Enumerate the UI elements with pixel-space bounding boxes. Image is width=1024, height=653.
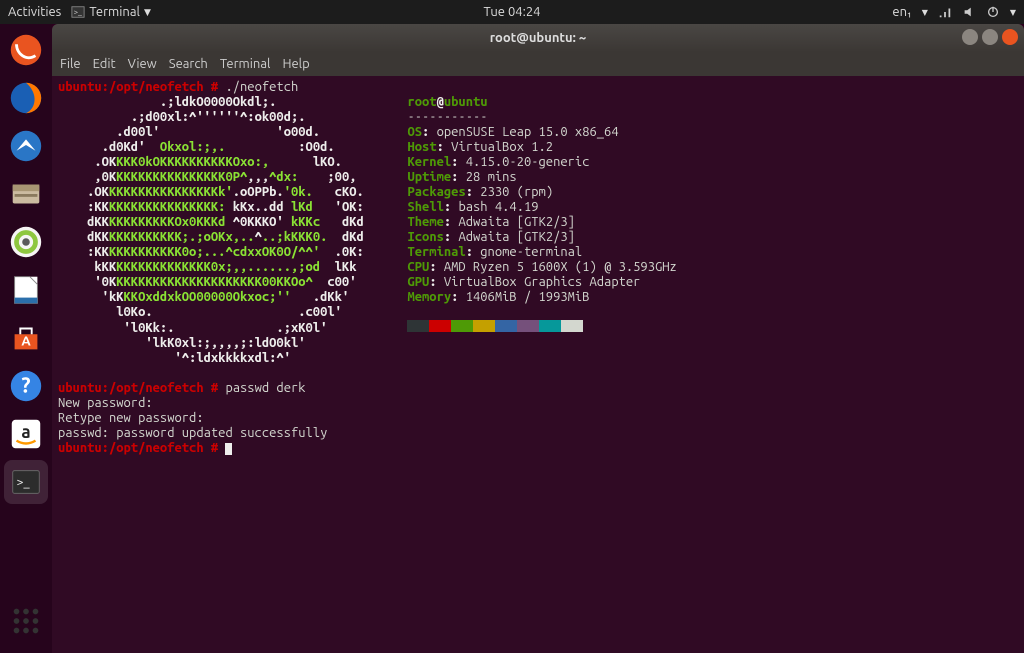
top-panel: Activities >_ Terminal ▼ Tue 04:24 en₁ ▼… — [0, 0, 1024, 24]
menu-file[interactable]: File — [60, 57, 81, 71]
rhythmbox-launcher[interactable] — [4, 220, 48, 264]
terminal-icon: >_ — [71, 5, 85, 19]
cursor — [225, 443, 232, 455]
software-center-launcher[interactable]: A — [4, 316, 48, 360]
menu-edit[interactable]: Edit — [93, 57, 116, 71]
window-title: root@ubuntu: ~ — [490, 31, 587, 45]
files-app-launcher[interactable] — [4, 28, 48, 72]
power-icon[interactable] — [986, 5, 1000, 19]
help-icon: ? — [7, 367, 45, 405]
software-center-icon: A — [7, 319, 45, 357]
svg-text:>_: >_ — [17, 475, 31, 489]
svg-text:>_: >_ — [74, 9, 82, 17]
window-close-button[interactable] — [1002, 29, 1018, 45]
terminal-launcher[interactable]: >_ — [4, 460, 48, 504]
menubar: File Edit View Search Terminal Help — [52, 52, 1024, 76]
rhythmbox-icon — [7, 223, 45, 261]
terminal-icon: >_ — [7, 463, 45, 501]
firefox-launcher[interactable] — [4, 76, 48, 120]
libreoffice-writer-launcher[interactable] — [4, 268, 48, 312]
terminal-output[interactable]: ubuntu:/opt/neofetch # ./neofetch .;ldkO… — [52, 76, 1024, 653]
clock: Tue 04:24 — [484, 5, 541, 19]
amazon-launcher[interactable]: a — [4, 412, 48, 456]
firefox-icon — [7, 79, 45, 117]
chevron-down-icon: ▼ — [144, 7, 151, 18]
keyboard-layout-indicator[interactable]: en₁ — [892, 5, 911, 19]
apps-grid-icon — [7, 602, 45, 640]
thunderbird-launcher[interactable] — [4, 124, 48, 168]
libreoffice-writer-icon — [7, 271, 45, 309]
activities-button[interactable]: Activities — [8, 5, 61, 19]
nautilus-launcher[interactable] — [4, 172, 48, 216]
terminal-window: root@ubuntu: ~ File Edit View Search Termina… — [52, 24, 1024, 653]
volume-icon[interactable] — [962, 5, 976, 19]
chevron-down-icon: ▼ — [1010, 8, 1016, 17]
network-icon[interactable] — [938, 5, 952, 19]
menu-view[interactable]: View — [128, 57, 157, 71]
menu-search[interactable]: Search — [169, 57, 208, 71]
menu-terminal[interactable]: Terminal — [220, 57, 271, 71]
window-maximize-button[interactable] — [982, 29, 998, 45]
nautilus-icon — [7, 175, 45, 213]
files-app-icon — [7, 31, 45, 69]
window-minimize-button[interactable] — [962, 29, 978, 45]
menu-help[interactable]: Help — [282, 57, 309, 71]
svg-text:a: a — [21, 423, 30, 442]
show-applications-button[interactable] — [4, 599, 48, 643]
window-titlebar[interactable]: root@ubuntu: ~ — [52, 24, 1024, 52]
launcher-dock: A? a >_ — [0, 24, 52, 653]
chevron-down-icon: ▼ — [922, 8, 928, 17]
svg-text:A: A — [21, 334, 31, 349]
app-menu[interactable]: >_ Terminal ▼ — [71, 5, 151, 19]
thunderbird-icon — [7, 127, 45, 165]
help-launcher[interactable]: ? — [4, 364, 48, 408]
svg-text:?: ? — [21, 374, 30, 397]
amazon-icon: a — [7, 415, 45, 453]
